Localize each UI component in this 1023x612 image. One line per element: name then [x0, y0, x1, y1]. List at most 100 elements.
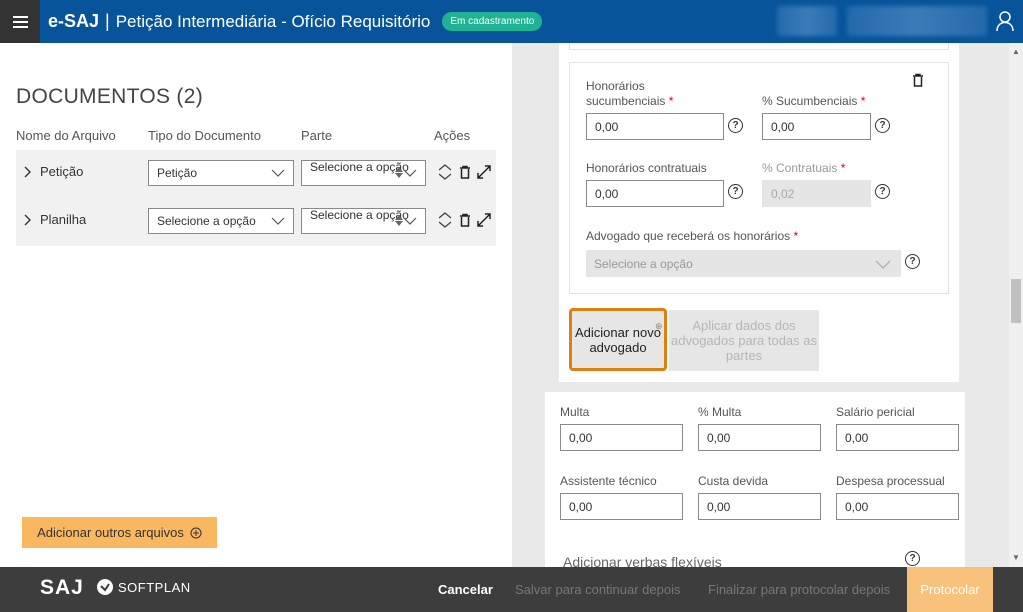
multa-label: Multa [560, 405, 590, 419]
hon-con-input[interactable]: 0,00 [586, 180, 724, 207]
spinner-icon[interactable] [395, 167, 403, 178]
help-icon[interactable]: ? [728, 184, 743, 199]
chevron-down-icon [403, 169, 417, 177]
user-icon[interactable] [995, 10, 1015, 32]
pct-suc-label: % Sucumbenciais * [762, 94, 865, 109]
save-later-button: Salvar para continuar depois [515, 582, 681, 597]
trash-icon[interactable] [912, 73, 924, 87]
column-header-actions: Ações [434, 128, 471, 143]
input-value: 0,00 [707, 499, 731, 514]
hon-suc-label: sucumbenciais * [586, 94, 673, 109]
input-value: 0,00 [845, 499, 869, 514]
scroll-down-icon[interactable]: ▼ [1012, 553, 1020, 562]
plus-circle-icon [190, 527, 202, 538]
column-header-part: Parte [301, 128, 333, 143]
help-icon[interactable]: ? [905, 254, 920, 269]
salario-input[interactable]: 0,00 [836, 424, 959, 451]
documents-panel: DOCUMENTOS (2) Nome do Arquivo Tipo do D… [0, 43, 512, 567]
scroll-up-icon[interactable]: ▲ [1012, 47, 1020, 56]
row-actions [437, 163, 491, 181]
column-header-type: Tipo do Documento [148, 128, 261, 143]
label-text: Advogado que receberá os honorários [586, 229, 791, 243]
expand-icon[interactable] [477, 213, 491, 227]
user-info-redacted [777, 6, 987, 36]
app-header: e-SAJ | Petição Intermediária - Ofício R… [0, 0, 1023, 43]
chevron-down-icon [875, 260, 891, 269]
despesa-input[interactable]: 0,00 [836, 493, 959, 520]
pct-con-input: 0,02 [762, 180, 871, 207]
row-actions [437, 211, 491, 229]
hon-suc-input[interactable]: 0,00 [586, 113, 724, 140]
scroll-thumb[interactable] [1011, 279, 1021, 323]
party-select[interactable]: Selecione a opção [301, 160, 426, 186]
help-icon[interactable]: ? [875, 118, 890, 133]
document-type-select[interactable]: Selecione a opção [148, 208, 294, 234]
documents-table: Petição Petição Selecione a opção Planil… [16, 150, 496, 246]
input-value: 0,00 [771, 119, 795, 134]
redacted-block [847, 6, 987, 36]
required-mark: * [793, 229, 799, 243]
file-name: Planilha [40, 212, 87, 227]
apply-all-button: Aplicar dados dos advogados para todas a… [669, 310, 819, 371]
row-toggle[interactable]: Petição [24, 164, 83, 179]
shield-logo-icon [97, 579, 113, 595]
help-icon[interactable]: ? [905, 551, 920, 566]
spinner-icon[interactable] [395, 215, 403, 226]
multa-input[interactable]: 0,00 [560, 424, 683, 451]
party-select[interactable]: Selecione a opção [301, 208, 426, 234]
select-value: Selecione a opção [310, 160, 409, 174]
logo-text: SOFTPLAN [118, 579, 191, 595]
input-value: 0,00 [845, 430, 869, 445]
assist-input[interactable]: 0,00 [560, 493, 683, 520]
brand-logo: e-SAJ [48, 11, 100, 31]
input-value: 0,00 [595, 186, 619, 201]
cancel-button[interactable]: Cancelar [438, 567, 493, 612]
title-separator: | [105, 11, 110, 31]
document-type-select[interactable]: Petição [148, 160, 294, 186]
sort-icon[interactable] [437, 211, 453, 229]
trash-icon[interactable] [459, 213, 471, 227]
label-text: % Sucumbenciais [762, 94, 858, 108]
input-value: 0,00 [595, 119, 619, 134]
add-lawyer-button[interactable]: Adicionar novo advogado [569, 308, 667, 371]
status-badge: Em cadastramento [442, 12, 543, 31]
required-mark: * [668, 94, 674, 108]
column-header-name: Nome do Arquivo [16, 128, 116, 143]
row-toggle[interactable]: Planilha [24, 212, 86, 227]
custa-input[interactable]: 0,00 [698, 493, 821, 520]
menu-icon[interactable] [0, 0, 40, 43]
trash-icon[interactable] [459, 165, 471, 179]
plus-circle-icon: ⊕ [655, 321, 663, 331]
lawyer-select: Selecione a opção [586, 250, 901, 277]
lawyer-label: Advogado que receberá os honorários * [586, 229, 798, 244]
required-mark: * [840, 161, 846, 175]
chevron-down-icon [271, 169, 285, 177]
add-files-button[interactable]: Adicionar outros arquivos [22, 517, 217, 548]
select-value: Selecione a opção [310, 208, 409, 222]
help-icon[interactable]: ? [728, 118, 743, 133]
hon-suc-label-line1: Honorários [586, 79, 645, 93]
hon-con-label: Honorários contratuais [586, 161, 707, 175]
required-mark: * [860, 94, 866, 108]
sort-icon[interactable] [437, 163, 453, 181]
chevron-down-icon [403, 217, 417, 225]
pct-con-label: % Contratuais * [762, 161, 845, 176]
scrollbar[interactable]: ▲ ▼ [1009, 43, 1023, 567]
despesa-label: Despesa processual [836, 474, 945, 488]
protocol-button: Protocolar [907, 567, 993, 612]
chevron-right-icon [24, 214, 31, 225]
pct-multa-label: % Multa [698, 405, 742, 419]
select-value: Selecione a opção [594, 256, 693, 271]
file-name: Petição [40, 164, 84, 179]
redacted-block [777, 6, 837, 36]
app-footer: SAJ SOFTPLAN Cancelar Salvar para contin… [0, 567, 1023, 612]
flex-items-title: Adicionar verbas flexíveis [563, 554, 722, 567]
pct-multa-input[interactable]: 0,00 [698, 424, 821, 451]
pct-suc-input[interactable]: 0,00 [762, 113, 871, 140]
label-text: % Contratuais [762, 161, 838, 175]
help-icon[interactable]: ? [875, 184, 890, 199]
previous-box [569, 43, 949, 50]
input-value: 0,02 [771, 186, 795, 201]
saj-logo: SAJ [40, 576, 84, 599]
expand-icon[interactable] [477, 165, 491, 179]
